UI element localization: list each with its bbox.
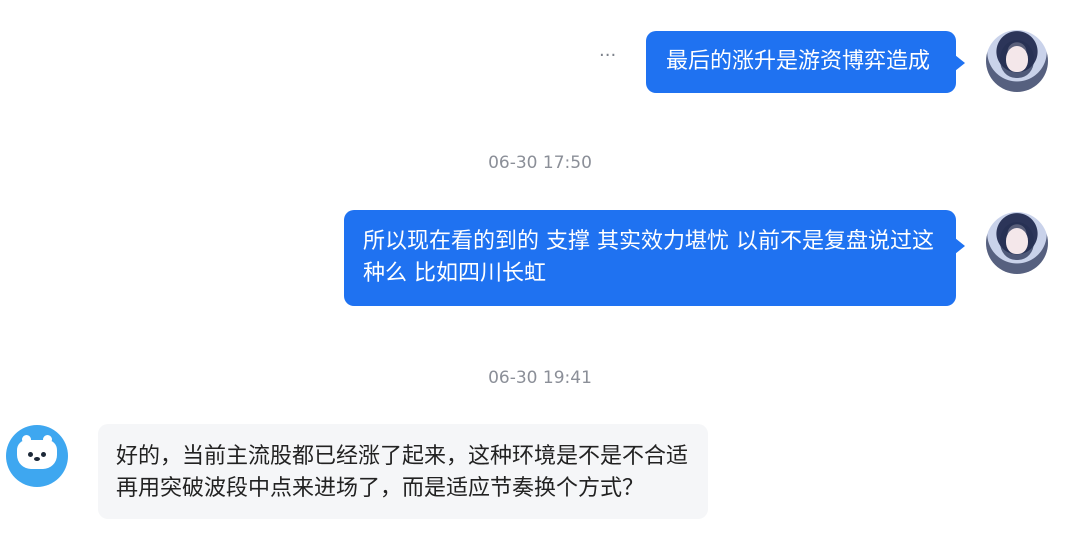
chat-history: ··· 最后的涨升是游资博弈造成 06-30 17:50 所以现在看的到的 支撑… [0,0,1080,535]
timestamp: 06-30 17:50 [488,153,592,173]
bot-avatar-icon[interactable] [6,425,68,487]
user-avatar-icon[interactable] [986,212,1048,274]
bot-nose-icon [34,457,40,461]
outgoing-message: 所以现在看的到的 支撑 其实效力堪忧 以前不是复盘说过这种么 比如四川长虹 [344,210,965,306]
timestamp: 06-30 19:41 [488,368,592,388]
outgoing-message: 最后的涨升是游资博弈造成 [646,31,965,93]
message-text: 好的，当前主流股都已经涨了起来，这种环境是不是不合适再用突破波段中点来进场了，而… [116,444,689,501]
message-text: 最后的涨升是游资博弈造成 [666,49,931,74]
message-actions-icon[interactable]: ··· [599,46,616,66]
message-text: 所以现在看的到的 支撑 其实效力堪忧 以前不是复盘说过这种么 比如四川长虹 [363,229,934,286]
bot-face-icon [17,440,57,469]
bot-eye-icon [41,452,46,457]
user-avatar-icon[interactable] [986,30,1048,92]
bot-eye-icon [28,452,33,457]
incoming-message: 好的，当前主流股都已经涨了起来，这种环境是不是不合适再用突破波段中点来进场了，而… [98,424,708,519]
